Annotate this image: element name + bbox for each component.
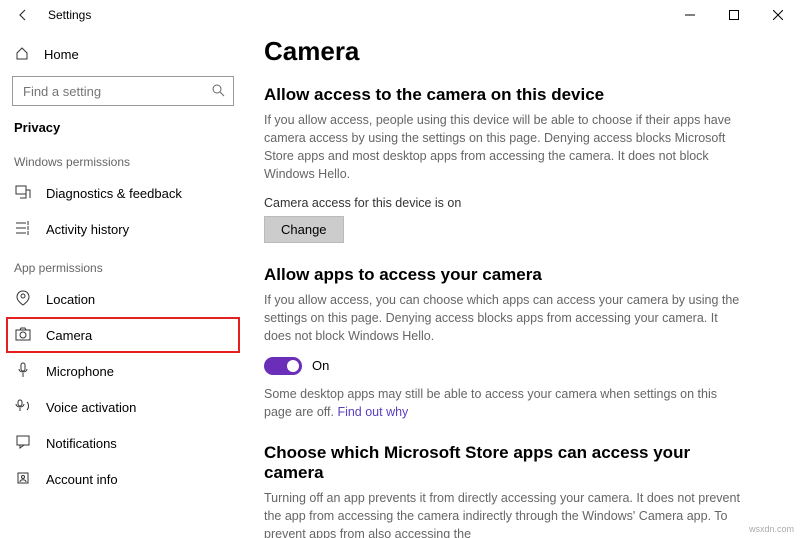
desktop-apps-note: Some desktop apps may still be able to a…	[264, 385, 744, 421]
voice-icon	[14, 399, 32, 416]
title-bar: Settings	[0, 0, 800, 30]
location-icon	[14, 290, 32, 309]
toggle-knob	[287, 360, 299, 372]
change-button[interactable]: Change	[264, 216, 344, 243]
sidebar-item-voice-activation[interactable]: Voice activation	[0, 389, 246, 425]
sidebar-item-home[interactable]: Home	[0, 38, 246, 70]
close-icon	[773, 10, 783, 20]
camera-access-status: Camera access for this device is on	[264, 196, 774, 210]
close-button[interactable]	[756, 0, 800, 30]
section1-desc: If you allow access, people using this d…	[264, 111, 744, 184]
minimize-icon	[685, 10, 695, 20]
camera-apps-toggle[interactable]	[264, 357, 302, 375]
sidebar-item-microphone[interactable]: Microphone	[0, 353, 246, 389]
sidebar-item-account-info[interactable]: Account info	[0, 461, 246, 497]
section2-title: Allow apps to access your camera	[264, 265, 774, 285]
home-label: Home	[44, 47, 79, 62]
microphone-icon	[14, 362, 32, 381]
maximize-icon	[729, 10, 739, 20]
sidebar-item-label: Camera	[46, 328, 92, 343]
search-box[interactable]	[12, 76, 234, 106]
sidebar-item-diagnostics[interactable]: Diagnostics & feedback	[0, 175, 246, 211]
sidebar-item-activity-history[interactable]: Activity history	[0, 211, 246, 247]
notifications-icon	[14, 435, 32, 452]
feedback-icon	[14, 184, 32, 203]
section2-desc: If you allow access, you can choose whic…	[264, 291, 744, 345]
group-windows-permissions: Windows permissions	[0, 141, 246, 175]
sidebar-item-label: Account info	[46, 472, 118, 487]
activity-icon	[14, 220, 32, 239]
back-button[interactable]	[10, 2, 36, 28]
toggle-label: On	[312, 358, 329, 373]
home-icon	[14, 46, 30, 63]
category-privacy: Privacy	[0, 112, 246, 141]
sidebar-item-label: Activity history	[46, 222, 129, 237]
section1-title: Allow access to the camera on this devic…	[264, 85, 774, 105]
sidebar-item-camera[interactable]: Camera	[6, 317, 240, 353]
page-title: Camera	[264, 36, 774, 67]
watermark: wsxdn.com	[749, 524, 794, 534]
find-out-why-link[interactable]: Find out why	[337, 405, 408, 419]
search-input[interactable]	[21, 83, 211, 100]
sidebar-item-notifications[interactable]: Notifications	[0, 425, 246, 461]
sidebar-item-label: Location	[46, 292, 95, 307]
maximize-button[interactable]	[712, 0, 756, 30]
section3-desc: Turning off an app prevents it from dire…	[264, 489, 744, 538]
minimize-button[interactable]	[668, 0, 712, 30]
group-app-permissions: App permissions	[0, 247, 246, 281]
search-icon	[211, 83, 225, 100]
window-title: Settings	[36, 8, 91, 22]
sidebar-item-location[interactable]: Location	[0, 281, 246, 317]
sidebar-item-label: Notifications	[46, 436, 117, 451]
camera-icon	[14, 327, 32, 344]
sidebar-item-label: Diagnostics & feedback	[46, 186, 182, 201]
account-icon	[14, 471, 32, 488]
sidebar-item-label: Voice activation	[46, 400, 136, 415]
sidebar-item-label: Microphone	[46, 364, 114, 379]
arrow-left-icon	[16, 8, 30, 22]
sidebar: Home Privacy Windows permissions Diagnos…	[0, 30, 246, 538]
section3-title: Choose which Microsoft Store apps can ac…	[264, 443, 724, 483]
content-area: Camera Allow access to the camera on thi…	[246, 30, 800, 538]
